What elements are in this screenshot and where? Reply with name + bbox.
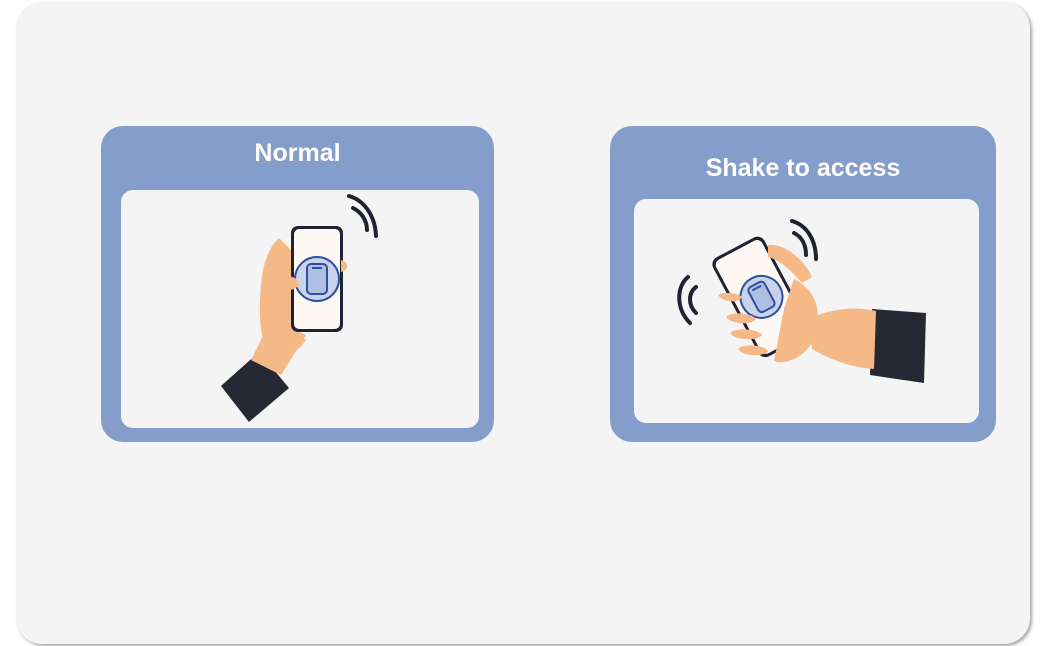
shake-card-title: Shake to access xyxy=(705,154,901,182)
main-panel: Normal Shake to access xyxy=(16,2,1030,644)
normal-card[interactable]: Normal xyxy=(101,126,494,442)
normal-card-title: Normal xyxy=(254,139,341,167)
hand-shaking-phone-icon xyxy=(677,219,926,383)
shake-card[interactable]: Shake to access xyxy=(610,126,996,442)
normal-card-illustration-area xyxy=(121,190,479,428)
hand-holding-phone-icon xyxy=(221,194,378,422)
shake-card-illustration-area xyxy=(634,199,979,423)
